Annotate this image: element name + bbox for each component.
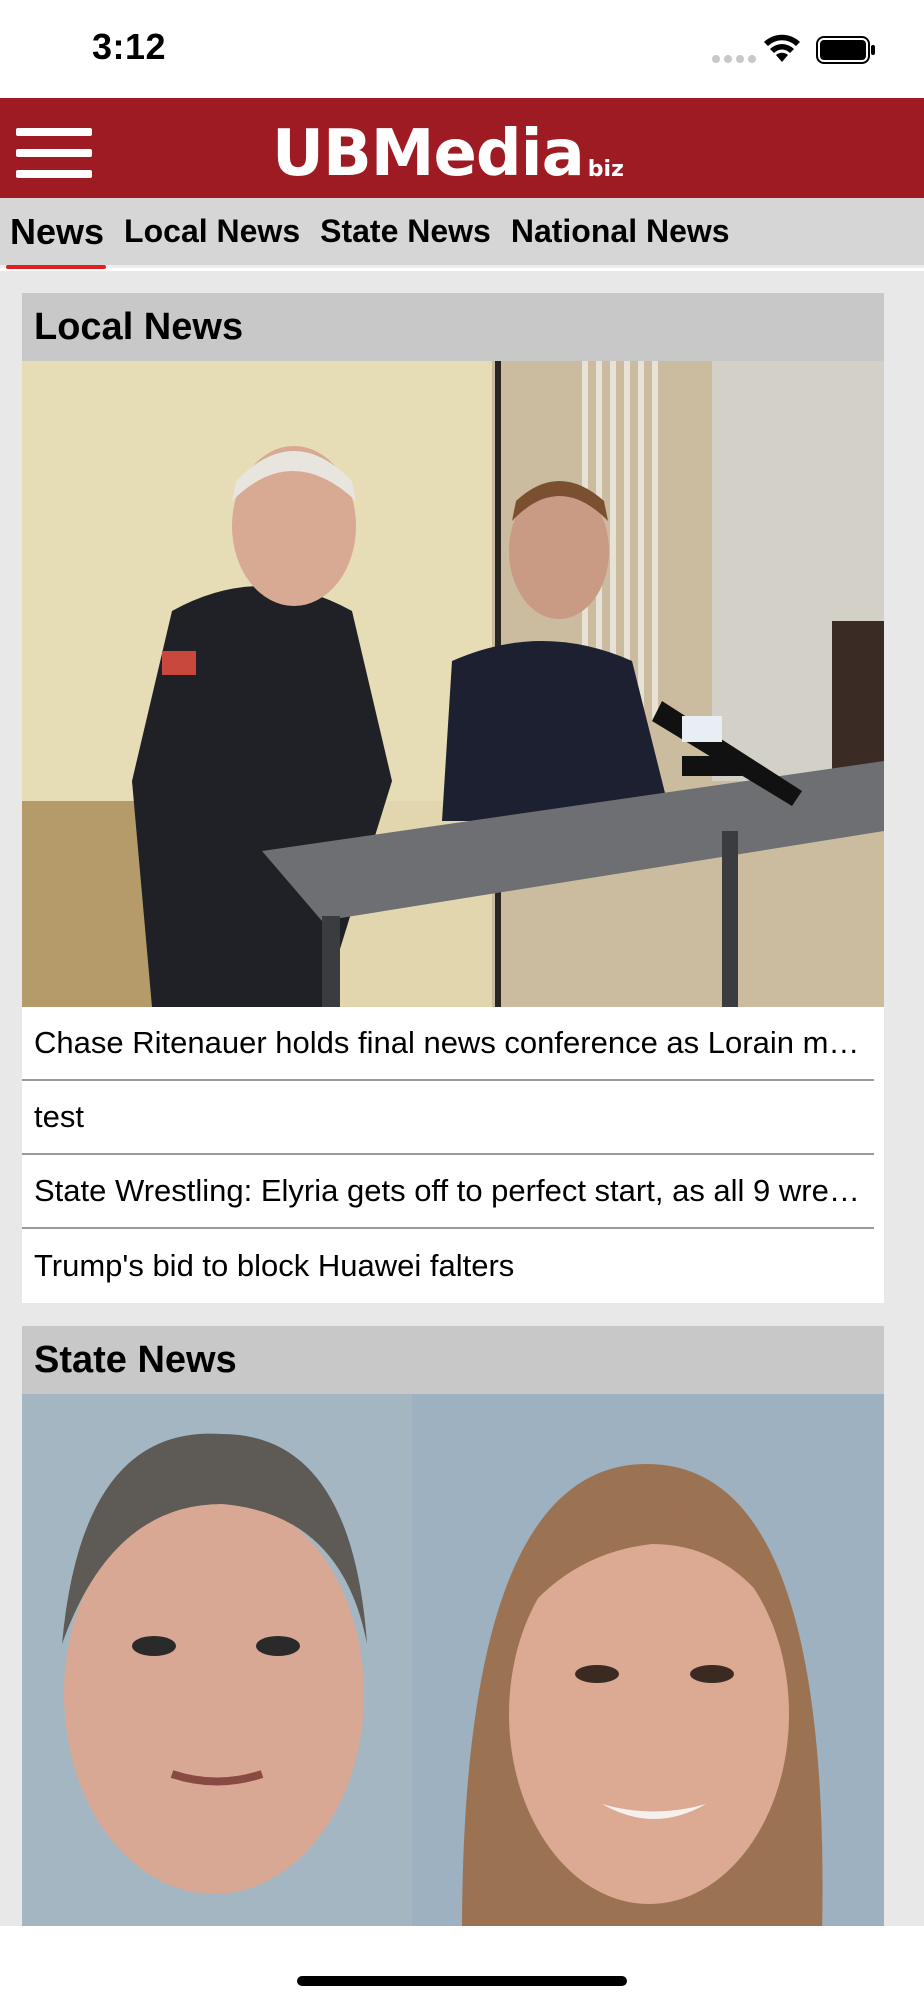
section-title[interactable]: Local News <box>22 293 884 361</box>
mugshot-photos[interactable] <box>22 1394 884 1926</box>
local-news-section: Local News Chase Ritenauer holds final n… <box>22 293 884 1303</box>
category-tab-bar: News Local News State News National News <box>0 198 924 269</box>
home-indicator-area <box>0 1926 924 2000</box>
mugshot-image-icon <box>22 1394 884 1926</box>
press-conference-image-icon <box>22 361 884 1007</box>
status-time: 3:12 <box>92 26 167 67</box>
headline-item[interactable]: Trump's bid to block Huawei falters <box>22 1229 874 1303</box>
tab-local-news[interactable]: Local News <box>124 207 300 256</box>
app-header: UBMedia biz <box>0 98 924 198</box>
state-news-section: State News <box>22 1326 884 1926</box>
tab-state-news[interactable]: State News <box>320 207 491 256</box>
tab-news[interactable]: News <box>5 205 107 269</box>
news-feed[interactable]: Local News Chase Ritenauer holds final n… <box>0 271 924 1926</box>
press-conference-photo[interactable] <box>22 361 884 1007</box>
section-title[interactable]: State News <box>22 1326 884 1394</box>
logo-suffix: biz <box>587 157 624 182</box>
headline-text: State Wrestling: Elyria gets off to perf… <box>34 1173 862 1208</box>
battery-icon <box>816 36 875 64</box>
cellular-signal-icon <box>712 55 756 63</box>
headline-item[interactable]: Chase Ritenauer holds final news confere… <box>22 1007 874 1081</box>
headline-text: test <box>34 1099 84 1134</box>
headline-text: Trump's bid to block Huawei falters <box>34 1248 515 1283</box>
hamburger-menu-icon[interactable] <box>16 128 92 178</box>
wifi-icon <box>764 34 800 62</box>
logo-text: UBMedia <box>272 117 585 191</box>
headline-item[interactable]: test <box>22 1081 874 1155</box>
headline-text: Chase Ritenauer holds final news confere… <box>34 1025 862 1060</box>
status-bar: 3:12 <box>0 0 924 98</box>
headline-item[interactable]: State Wrestling: Elyria gets off to perf… <box>22 1155 874 1229</box>
tab-national-news[interactable]: National News <box>511 207 730 256</box>
app-logo: UBMedia biz <box>272 110 624 186</box>
home-indicator[interactable] <box>297 1976 627 1986</box>
